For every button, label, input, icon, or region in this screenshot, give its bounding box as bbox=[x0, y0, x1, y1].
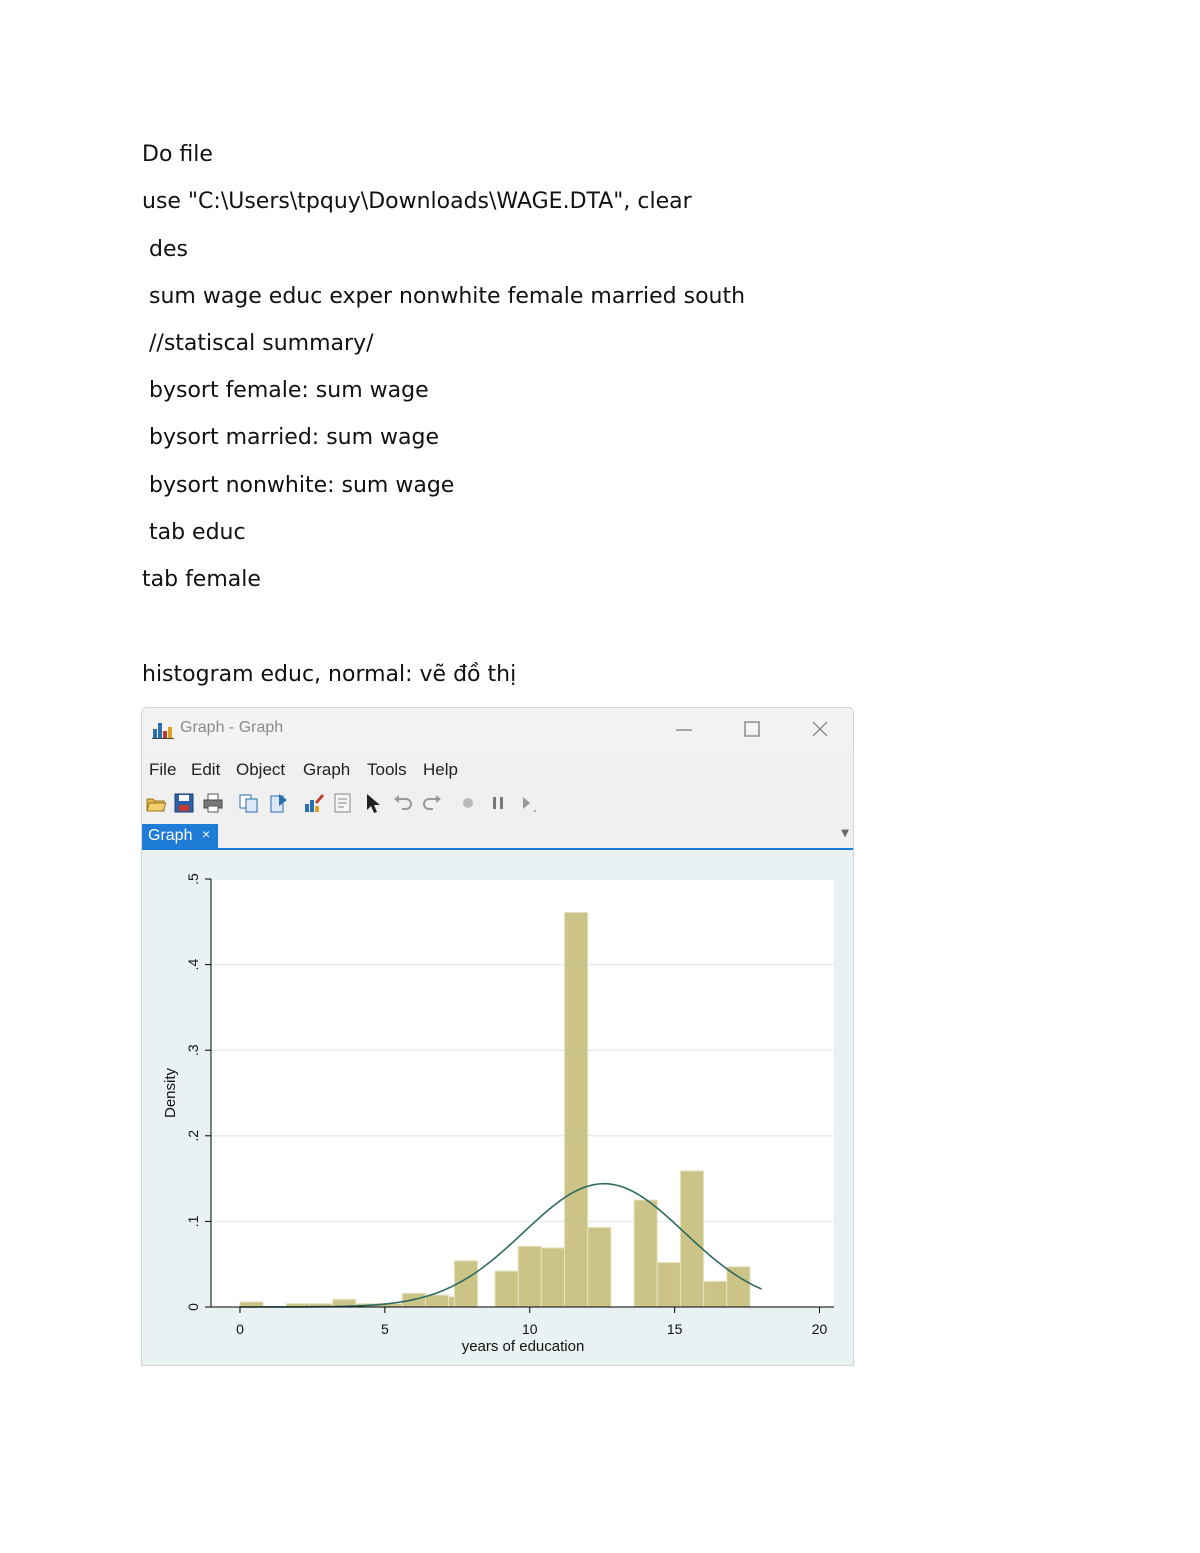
y-tick-label: .3 bbox=[185, 1044, 201, 1056]
tab-graph-label: Graph bbox=[148, 827, 193, 844]
tab-bar: Graph × ▼ bbox=[142, 824, 853, 850]
doc-line-heading: Do file bbox=[142, 142, 213, 167]
x-tick-label: 5 bbox=[381, 1321, 389, 1337]
close-icon[interactable] bbox=[800, 716, 840, 742]
menu-file[interactable]: File bbox=[149, 760, 176, 780]
histogram-bar bbox=[494, 1270, 519, 1308]
y-ticks: 0 .1 .2 .3 .4 .5 bbox=[185, 873, 211, 1311]
doc-line-use: use "C:\Users\tpquy\Downloads\WAGE.DTA",… bbox=[142, 189, 692, 214]
doc-line-bysort-married: bysort married: sum wage bbox=[142, 425, 439, 450]
play-icon[interactable] bbox=[516, 792, 538, 814]
doc-line-bysort-nonwhite: bysort nonwhite: sum wage bbox=[142, 473, 455, 498]
plot-background bbox=[211, 879, 834, 1307]
tab-underline bbox=[142, 848, 853, 850]
record-icon[interactable] bbox=[457, 792, 479, 814]
histogram-chart: 0.1.2.3.4.5 0 5 10 15 20 years of education … bbox=[162, 873, 834, 1355]
doc-line-des: des bbox=[142, 237, 188, 262]
y-tick-label: .1 bbox=[185, 1215, 201, 1227]
toolbar bbox=[142, 790, 853, 816]
copy-icon[interactable] bbox=[238, 792, 260, 814]
histogram-bar bbox=[726, 1266, 751, 1308]
x-axis-label: years of education bbox=[462, 1338, 585, 1355]
tab-graph[interactable]: Graph × bbox=[142, 824, 218, 848]
title-bar[interactable]: Graph - Graph bbox=[142, 708, 853, 750]
y-tick-label: .5 bbox=[185, 873, 201, 885]
export-icon[interactable] bbox=[268, 792, 290, 814]
y-tick-label: .4 bbox=[185, 959, 201, 971]
undo-icon[interactable] bbox=[391, 792, 413, 814]
x-tick-label: 10 bbox=[522, 1321, 538, 1337]
x-tick-label: 0 bbox=[236, 1321, 244, 1337]
histogram-bar bbox=[564, 911, 589, 1308]
x-ticks: 0 5 10 15 20 bbox=[236, 1307, 828, 1337]
graph-window: Graph - Graph File Edit Object Graph Too… bbox=[141, 707, 854, 1366]
doc-line-comment: //statiscal summary/ bbox=[142, 331, 374, 356]
menu-object[interactable]: Object bbox=[236, 760, 285, 780]
y-tick-label: .2 bbox=[185, 1130, 201, 1142]
histogram-bar bbox=[424, 1294, 450, 1308]
graph-app-icon bbox=[152, 723, 174, 739]
save-icon[interactable] bbox=[173, 792, 195, 814]
print-icon[interactable] bbox=[202, 792, 224, 814]
histogram-bar bbox=[703, 1280, 728, 1308]
doc-line-tab-educ: tab educ bbox=[142, 520, 246, 545]
menu-tools[interactable]: Tools bbox=[367, 760, 407, 780]
tab-close-icon[interactable]: × bbox=[202, 826, 210, 842]
menu-graph[interactable]: Graph bbox=[303, 760, 350, 780]
pause-icon[interactable] bbox=[487, 792, 509, 814]
maximize-icon[interactable] bbox=[732, 716, 772, 742]
histogram-bar bbox=[587, 1226, 612, 1308]
menu-bar: File Edit Object Graph Tools Help bbox=[142, 756, 853, 782]
histogram-bar bbox=[540, 1247, 566, 1308]
doc-line-sum: sum wage educ exper nonwhite female marr… bbox=[142, 284, 746, 309]
graph-area: 0.1.2.3.4.5 0 5 10 15 20 years of education … bbox=[142, 851, 853, 1365]
recorder-icon[interactable] bbox=[332, 792, 354, 814]
x-tick-label: 15 bbox=[667, 1321, 683, 1337]
minimize-icon[interactable] bbox=[664, 716, 704, 742]
chevron-down-icon[interactable]: ▼ bbox=[841, 828, 849, 839]
pointer-icon[interactable] bbox=[361, 792, 383, 814]
window-title: Graph - Graph bbox=[180, 719, 284, 736]
doc-line-tab-female: tab female bbox=[142, 567, 261, 592]
histogram-bar bbox=[517, 1245, 542, 1308]
doc-line-bysort-female: bysort female: sum wage bbox=[142, 378, 429, 403]
y-tick-label: 0 bbox=[185, 1303, 201, 1311]
open-icon[interactable] bbox=[145, 792, 167, 814]
redo-icon[interactable] bbox=[422, 792, 444, 814]
x-tick-label: 20 bbox=[812, 1321, 828, 1337]
histogram-bar bbox=[656, 1261, 681, 1308]
doc-line-histogram: histogram educ, normal: vẽ đồ thị bbox=[142, 662, 517, 687]
menu-edit[interactable]: Edit bbox=[191, 760, 220, 780]
menu-help[interactable]: Help bbox=[423, 760, 458, 780]
y-axis-label: Density bbox=[162, 1067, 179, 1118]
graph-editor-icon[interactable] bbox=[303, 792, 325, 814]
histogram-bar bbox=[633, 1199, 658, 1308]
